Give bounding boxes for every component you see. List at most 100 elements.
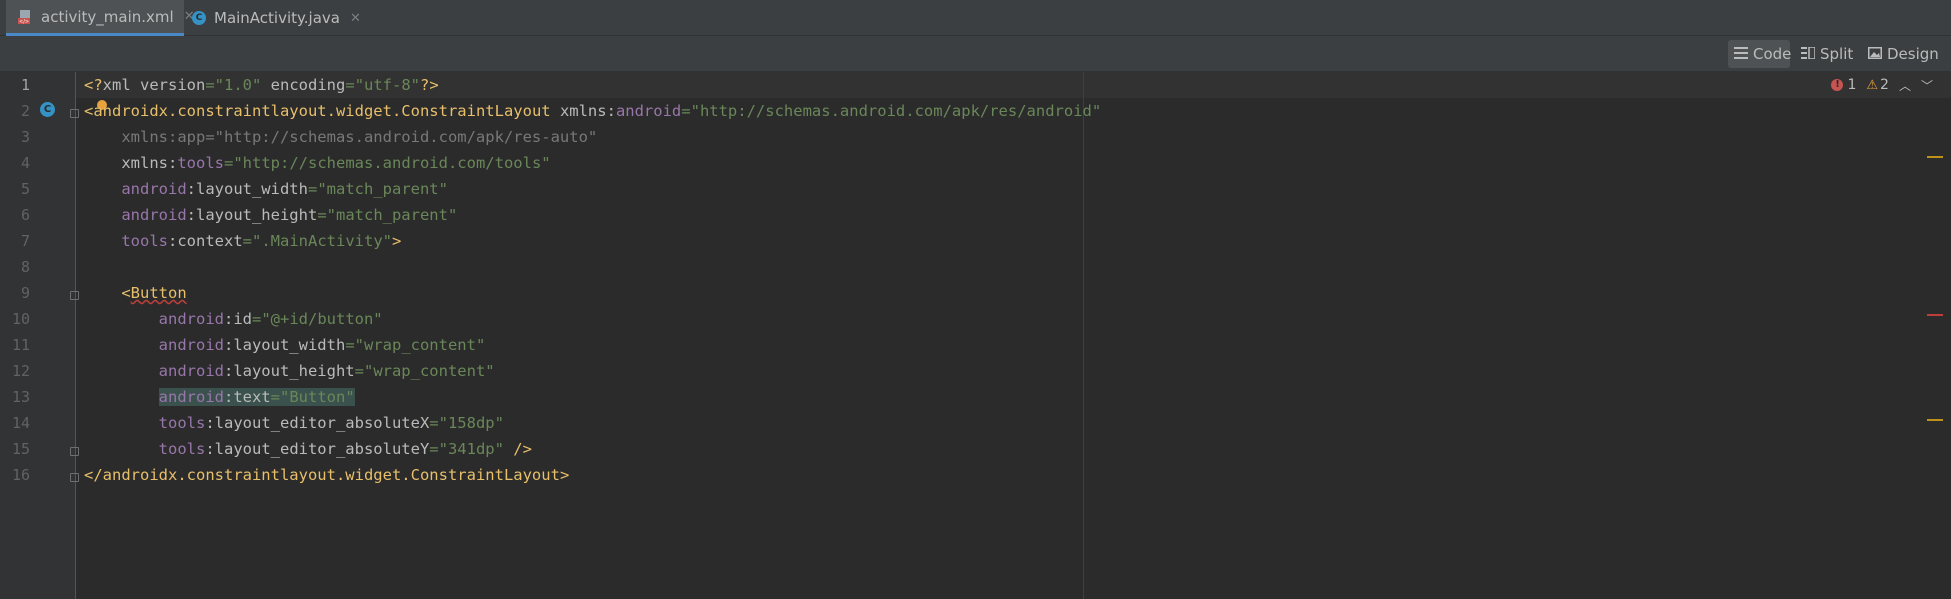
code-token: "Button" xyxy=(280,388,355,406)
chevron-up-icon[interactable]: ︿ xyxy=(1899,77,1911,94)
java-class-icon: C xyxy=(192,11,206,25)
code-token: android xyxy=(121,206,187,224)
code-token: "341dp" xyxy=(438,440,504,458)
split-view-label: Split xyxy=(1820,45,1854,63)
code-token: android xyxy=(158,336,224,354)
code-token: = xyxy=(317,206,327,224)
code-token: = xyxy=(429,440,439,458)
code-token: < xyxy=(84,284,131,302)
code-token: tools xyxy=(158,440,206,458)
code-token: tools xyxy=(177,154,224,172)
code-token: :layout_height xyxy=(186,206,318,224)
code-token: "@+id/button" xyxy=(261,310,383,328)
design-view-button[interactable]: Design xyxy=(1862,40,1940,68)
inspection-widget[interactable]: ! 1 ⚠ 2 ︿ ﹀ xyxy=(1831,72,1933,98)
code-token: <? xyxy=(84,76,103,94)
code-token: < xyxy=(84,102,94,120)
line-number: 11 xyxy=(11,336,30,354)
svg-text:</>: </> xyxy=(19,19,29,25)
code-line: android:layout_width="match_parent" xyxy=(84,176,448,202)
chevron-down-icon[interactable]: ﹀ xyxy=(1921,77,1933,94)
error-icon: ! xyxy=(1831,79,1844,91)
code-token: = xyxy=(345,336,355,354)
fold-icon[interactable] xyxy=(70,109,79,118)
code-token: = xyxy=(242,232,252,250)
code-line: tools:layout_editor_absoluteY="341dp" /> xyxy=(84,436,532,462)
code-token: :id xyxy=(223,310,252,328)
code-line: android:layout_height="match_parent" xyxy=(84,202,457,228)
code-line: android:text="Button" xyxy=(84,384,355,410)
code-line: xmlns:tools="http://schemas.android.com/… xyxy=(84,150,550,176)
fold-icon[interactable] xyxy=(70,291,79,300)
code-line: <?xml version="1.0" encoding="utf-8"?> xyxy=(84,72,439,98)
code-line: <androidx.constraintlayout.widget.Constr… xyxy=(84,98,1101,124)
line-number: 16 xyxy=(11,466,30,484)
lines-icon xyxy=(1734,45,1748,63)
class-gutter-icon[interactable]: C xyxy=(40,102,55,117)
tab-activity-main-xml[interactable]: </> activity_main.xml ✕ xyxy=(6,0,195,36)
code-token: "158dp" xyxy=(438,414,504,432)
view-mode-toolbar: Code Split Design xyxy=(0,36,1951,72)
code-token: encoding xyxy=(261,76,346,94)
code-token: > xyxy=(391,232,402,250)
code-token: = xyxy=(429,414,439,432)
error-marker[interactable] xyxy=(1927,314,1943,316)
line-number: 12 xyxy=(11,362,30,380)
code-token: androidx.constraintlayout.widget.Constra… xyxy=(93,102,551,120)
warning-count: 2 xyxy=(1880,77,1889,93)
code-token: tools xyxy=(121,232,168,250)
code-line: </androidx.constraintlayout.widget.Const… xyxy=(84,462,569,488)
code-token: > xyxy=(559,466,570,484)
code-token: "wrap_content" xyxy=(363,362,495,380)
line-number: 2 xyxy=(20,102,30,120)
fold-icon[interactable] xyxy=(70,447,79,456)
warning-marker[interactable] xyxy=(1927,156,1943,158)
code-token: android xyxy=(615,102,682,120)
line-number: 14 xyxy=(11,414,30,432)
code-token: :layout_editor_absoluteX xyxy=(205,414,430,432)
line-number: 3 xyxy=(20,128,30,146)
code-token: = xyxy=(270,388,280,406)
code-token: = xyxy=(224,154,234,172)
close-icon[interactable]: ✕ xyxy=(350,11,361,26)
code-token: :context xyxy=(168,232,243,250)
xml-file-icon: </> xyxy=(18,9,34,25)
code-token: xmlns: xyxy=(550,102,616,120)
split-icon xyxy=(1801,45,1816,63)
code-token: = xyxy=(354,362,364,380)
code-token: Button xyxy=(130,284,187,302)
code-token: "http://schemas.android.com/apk/res/andr… xyxy=(690,102,1102,120)
code-token: "1.0" xyxy=(214,76,262,94)
code-token: ".MainActivity" xyxy=(252,232,392,250)
tab-main-activity-java[interactable]: C MainActivity.java ✕ xyxy=(192,0,362,36)
split-view-button[interactable]: Split xyxy=(1795,40,1857,68)
line-number: 9 xyxy=(20,284,30,302)
code-token: :layout_height xyxy=(223,362,355,380)
code-line: android:id="@+id/button" xyxy=(84,306,383,332)
line-number: 10 xyxy=(11,310,30,328)
code-token: ?> xyxy=(420,76,439,94)
code-token: android xyxy=(158,310,224,328)
code-editor[interactable]: 1 2 3 4 5 6 7 8 9 10 11 12 13 14 15 16 C… xyxy=(0,72,1951,599)
code-token: xml version xyxy=(102,76,206,94)
line-number: 1 xyxy=(20,76,30,94)
code-token: :layout_editor_absoluteY xyxy=(205,440,430,458)
code-token: = xyxy=(205,76,215,94)
design-view-label: Design xyxy=(1887,45,1939,63)
code-view-button[interactable]: Code xyxy=(1728,40,1792,68)
warning-marker[interactable] xyxy=(1927,419,1943,421)
line-number: 7 xyxy=(20,232,30,250)
editor-tab-bar: </> activity_main.xml ✕ C MainActivity.j… xyxy=(0,0,1951,36)
fold-icon[interactable] xyxy=(70,473,79,482)
code-token: :text xyxy=(223,388,271,406)
code-view-label: Code xyxy=(1753,45,1792,63)
image-icon xyxy=(1868,45,1882,63)
code-token: android xyxy=(121,180,187,198)
